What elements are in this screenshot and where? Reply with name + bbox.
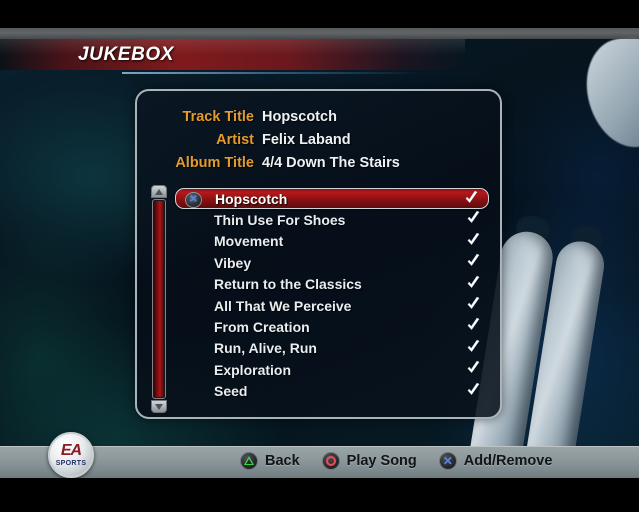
track-name: Return to the Classics: [214, 276, 362, 293]
ea-logo-text: EA: [60, 442, 82, 459]
ea-sports-logo: EA SPORTS: [48, 432, 94, 478]
track-list-item[interactable]: ✕ Hopscotch: [175, 188, 489, 210]
info-row-album-title: Album Title 4/4 Down The Stairs: [137, 151, 500, 174]
game-screen: JUKEBOX Track Title Hopscotch Artist Fel…: [0, 0, 639, 512]
track-name: Vibey: [214, 254, 252, 271]
info-row-track-title: Track Title Hopscotch: [137, 105, 500, 128]
footer-button-label: Play Song: [346, 453, 417, 469]
track-list-item[interactable]: Exploration: [151, 359, 491, 380]
info-value-album-title: 4/4 Down The Stairs: [262, 154, 400, 171]
track-name: From Creation: [214, 319, 310, 336]
letterbox-bottom: [0, 478, 639, 512]
checkmark-icon: [466, 360, 481, 376]
page-title: JUKEBOX: [78, 44, 175, 65]
arrow-up-icon[interactable]: [151, 185, 167, 198]
jukebox-panel: Track Title Hopscotch Artist Felix Laban…: [135, 89, 502, 419]
track-list-item[interactable]: Return to the Classics: [151, 274, 491, 295]
x-glyph: ✕: [189, 193, 198, 205]
track-list-item[interactable]: Thin Use For Shoes: [151, 209, 491, 230]
arrow-down-icon[interactable]: [151, 400, 167, 413]
checkmark-icon: [464, 190, 479, 206]
footer-button-add-remove[interactable]: ✕ Add/Remove: [438, 452, 553, 470]
top-gray-strip: [0, 28, 639, 39]
ea-sports-logo-text: SPORTS: [55, 460, 87, 467]
footer-button-group: Back Play Song ✕ Add/Remove: [240, 452, 552, 470]
track-list-item[interactable]: Vibey: [151, 252, 491, 273]
track-list-item[interactable]: All That We Perceive: [151, 295, 491, 316]
info-value-track-title: Hopscotch: [262, 108, 337, 125]
info-row-artist: Artist Felix Laband: [137, 128, 500, 151]
info-label-artist: Artist: [216, 131, 254, 148]
footer-button-label: Add/Remove: [463, 453, 553, 469]
footer-button-play-song[interactable]: Play Song: [321, 452, 417, 470]
track-list-item[interactable]: From Creation: [151, 316, 491, 337]
track-name: Movement: [214, 233, 284, 250]
checkmark-icon: [466, 210, 481, 226]
track-list-item[interactable]: Movement: [151, 231, 491, 252]
title-underline: [122, 72, 422, 74]
x-button-icon[interactable]: ✕: [185, 191, 202, 208]
checkmark-icon: [466, 296, 481, 312]
track-list[interactable]: ✕ Hopscotch Thin Use For Shoes Movement Vibe…: [151, 188, 491, 402]
track-name: Seed: [214, 383, 248, 400]
checkmark-icon: [466, 339, 481, 355]
checkmark-icon: [466, 232, 481, 248]
checkmark-icon: [466, 382, 481, 398]
checkmark-icon: [466, 275, 481, 291]
checkmark-icon: [466, 317, 481, 333]
circle-glyph: [325, 456, 336, 466]
info-value-artist: Felix Laband: [262, 131, 351, 148]
footer-button-label: Back: [265, 453, 300, 469]
scrollbar-thumb[interactable]: [154, 201, 164, 397]
triangle-button-icon: [240, 452, 258, 470]
track-list-item[interactable]: Seed: [151, 381, 491, 402]
track-list-scrollbar[interactable]: [151, 185, 167, 413]
cross-button-icon: ✕: [438, 452, 457, 470]
triangle-glyph: [243, 456, 255, 466]
track-info-block: Track Title Hopscotch Artist Felix Laban…: [137, 105, 500, 174]
track-name: Thin Use For Shoes: [214, 212, 346, 229]
cross-glyph: ✕: [442, 454, 453, 468]
track-name: Run, Alive, Run: [214, 340, 317, 357]
track-list-item[interactable]: Run, Alive, Run: [151, 338, 491, 359]
footer-button-back[interactable]: Back: [240, 452, 300, 470]
track-name: All That We Perceive: [214, 297, 352, 314]
info-label-track-title: Track Title: [182, 108, 254, 125]
track-name: Hopscotch: [215, 190, 288, 207]
checkmark-icon: [466, 253, 481, 269]
info-label-album-title: Album Title: [175, 154, 254, 171]
title-banner: [0, 39, 465, 70]
letterbox-top: [0, 0, 639, 28]
circle-button-icon: [321, 452, 340, 470]
track-name: Exploration: [214, 361, 292, 378]
